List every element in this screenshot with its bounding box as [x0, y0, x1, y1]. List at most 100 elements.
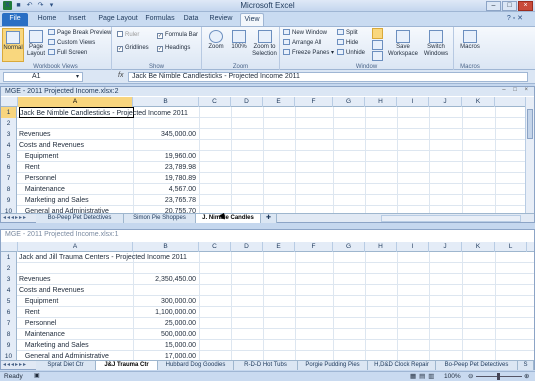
- vertical-scrollbar-1[interactable]: [525, 97, 534, 214]
- zoom-level[interactable]: 100%: [444, 372, 461, 381]
- synchronous-scrolling-button[interactable]: [372, 40, 383, 50]
- tab-data[interactable]: Data: [180, 13, 202, 26]
- tab-view[interactable]: View: [240, 13, 264, 26]
- macros-button[interactable]: Macros: [457, 28, 483, 62]
- cell[interactable]: Equipment: [19, 151, 133, 162]
- col-header-j[interactable]: J: [429, 242, 462, 252]
- cell[interactable]: 15,000.00: [133, 340, 199, 351]
- cell[interactable]: Marketing and Sales: [19, 195, 133, 206]
- cell[interactable]: 2,350,450.00: [133, 274, 199, 285]
- new-window-button[interactable]: New Window: [283, 29, 327, 37]
- full-screen-button[interactable]: Full Screen: [48, 49, 87, 57]
- formula-bar-checkbox[interactable]: ✓ Formula Bar: [157, 31, 198, 39]
- cell[interactable]: 19,780.89: [133, 173, 199, 184]
- sheet-tab-active[interactable]: J. Nimble Candles: [196, 214, 261, 223]
- formula-input[interactable]: Jack Be Nimble Candlesticks - Projected …: [128, 72, 528, 82]
- scroll-thumb[interactable]: [527, 109, 533, 139]
- reset-window-position-button[interactable]: [372, 51, 383, 61]
- cell[interactable]: 23,765.78: [133, 195, 199, 206]
- view-side-by-side-button[interactable]: [372, 28, 383, 39]
- row-header[interactable]: 1: [1, 252, 17, 263]
- cell[interactable]: 23,789.98: [133, 162, 199, 173]
- cell[interactable]: 1,100,000.00: [133, 307, 199, 318]
- cell[interactable]: Jack Be Nimble Candlesticks - Projected …: [19, 107, 188, 118]
- cell[interactable]: 4,567.00: [133, 184, 199, 195]
- zoom-in-icon[interactable]: ⊕: [524, 372, 529, 381]
- col-header-i[interactable]: I: [397, 97, 429, 107]
- row-header[interactable]: 4: [1, 285, 17, 296]
- sheet-tab[interactable]: Hubbard Dog Goodies: [158, 361, 234, 370]
- row-header[interactable]: 1: [1, 107, 17, 118]
- gridlines-checkbox[interactable]: ✓ Gridlines: [117, 44, 149, 52]
- tab-home[interactable]: Home: [34, 13, 60, 26]
- tab-formulas[interactable]: Formulas: [144, 13, 176, 26]
- sheet-tab[interactable]: Simon Pie Shoppes: [124, 214, 196, 223]
- sheet-tab[interactable]: Bo-Peep Pet Detectives: [436, 361, 518, 370]
- col-header-d[interactable]: D: [231, 242, 263, 252]
- name-box-dropdown-icon[interactable]: ▾: [76, 73, 79, 80]
- col-header-g[interactable]: G: [333, 242, 365, 252]
- cell[interactable]: 500,000.00: [133, 329, 199, 340]
- cell[interactable]: Personnel: [19, 173, 133, 184]
- col-header-b[interactable]: B: [133, 242, 199, 252]
- insert-function-icon[interactable]: fx: [118, 72, 123, 79]
- cell[interactable]: [133, 252, 199, 263]
- maximize-icon[interactable]: □: [502, 1, 517, 11]
- col-header-k[interactable]: K: [462, 242, 495, 252]
- close-icon[interactable]: ×: [518, 1, 533, 11]
- row-header[interactable]: 7: [1, 173, 17, 184]
- cell[interactable]: 25,000.00: [133, 318, 199, 329]
- zoom-slider-thumb[interactable]: [497, 373, 500, 380]
- tab-page-layout[interactable]: Page Layout: [94, 13, 142, 26]
- col-header-d[interactable]: D: [231, 97, 263, 107]
- ruler-checkbox[interactable]: Ruler: [117, 31, 139, 39]
- sheet-tab[interactable]: Sprat Diet Ctr: [36, 361, 96, 370]
- cell[interactable]: Marketing and Sales: [19, 340, 133, 351]
- sheet-tab[interactable]: S: [518, 361, 534, 370]
- insert-sheet-icon[interactable]: ✚: [261, 214, 277, 223]
- col-header-k[interactable]: K: [462, 97, 495, 107]
- sheet-tab[interactable]: Bo-Peep Pet Detectives: [36, 214, 124, 223]
- help-icon[interactable]: ? ▫ ✕: [500, 13, 530, 26]
- headings-checkbox[interactable]: ✓ Headings: [157, 44, 190, 52]
- cell[interactable]: Personnel: [19, 318, 133, 329]
- col-header-h[interactable]: H: [365, 242, 397, 252]
- cell[interactable]: Rent: [19, 162, 133, 173]
- zoom-button[interactable]: Zoom: [205, 28, 227, 62]
- view-shortcut-icons[interactable]: ▦▤▥: [410, 372, 437, 381]
- name-box[interactable]: A1: [3, 72, 83, 82]
- col-header-c[interactable]: C: [199, 97, 231, 107]
- tab-file[interactable]: File: [2, 13, 28, 26]
- window-1-controls[interactable]: – □ ×: [502, 87, 531, 93]
- macro-record-icon[interactable]: ▣: [34, 372, 40, 381]
- page-layout-view-button[interactable]: Page Layout: [25, 28, 47, 62]
- col-header-g[interactable]: G: [333, 97, 365, 107]
- col-header-l[interactable]: L: [495, 242, 527, 252]
- col-header-i[interactable]: I: [397, 242, 429, 252]
- split-button[interactable]: Split: [337, 29, 358, 37]
- col-header-h[interactable]: H: [365, 97, 397, 107]
- cell[interactable]: 345,000.00: [133, 129, 199, 140]
- tab-review[interactable]: Review: [206, 13, 236, 26]
- cell[interactable]: Rent: [19, 307, 133, 318]
- row-header[interactable]: 5: [1, 296, 17, 307]
- horizontal-scrollbar-1[interactable]: [381, 215, 521, 222]
- sheet-tab[interactable]: Porgie Pudding Pies: [298, 361, 368, 370]
- sheet-nav-arrows[interactable]: ◂◂◂▸▸▸: [3, 214, 27, 223]
- col-header-b[interactable]: B: [133, 97, 199, 107]
- zoom-to-selection-button[interactable]: Zoom to Selection: [251, 28, 278, 62]
- cell[interactable]: [133, 285, 199, 296]
- save-workspace-button[interactable]: Save Workspace: [388, 28, 418, 62]
- normal-view-button[interactable]: Normal: [2, 28, 24, 62]
- sheet-tab[interactable]: H,D&D Clock Repair: [368, 361, 436, 370]
- cell[interactable]: Equipment: [19, 296, 133, 307]
- row-header[interactable]: 7: [1, 318, 17, 329]
- cell[interactable]: [133, 140, 199, 151]
- hide-button[interactable]: Hide: [337, 39, 358, 47]
- sheet-tab-active[interactable]: J&J Trauma Ctr: [96, 361, 158, 370]
- col-header-a[interactable]: A: [18, 242, 133, 252]
- switch-windows-button[interactable]: Switch Windows: [420, 28, 452, 62]
- cell[interactable]: Revenues: [19, 129, 133, 140]
- row-header[interactable]: 2: [1, 263, 17, 274]
- row-header[interactable]: 8: [1, 329, 17, 340]
